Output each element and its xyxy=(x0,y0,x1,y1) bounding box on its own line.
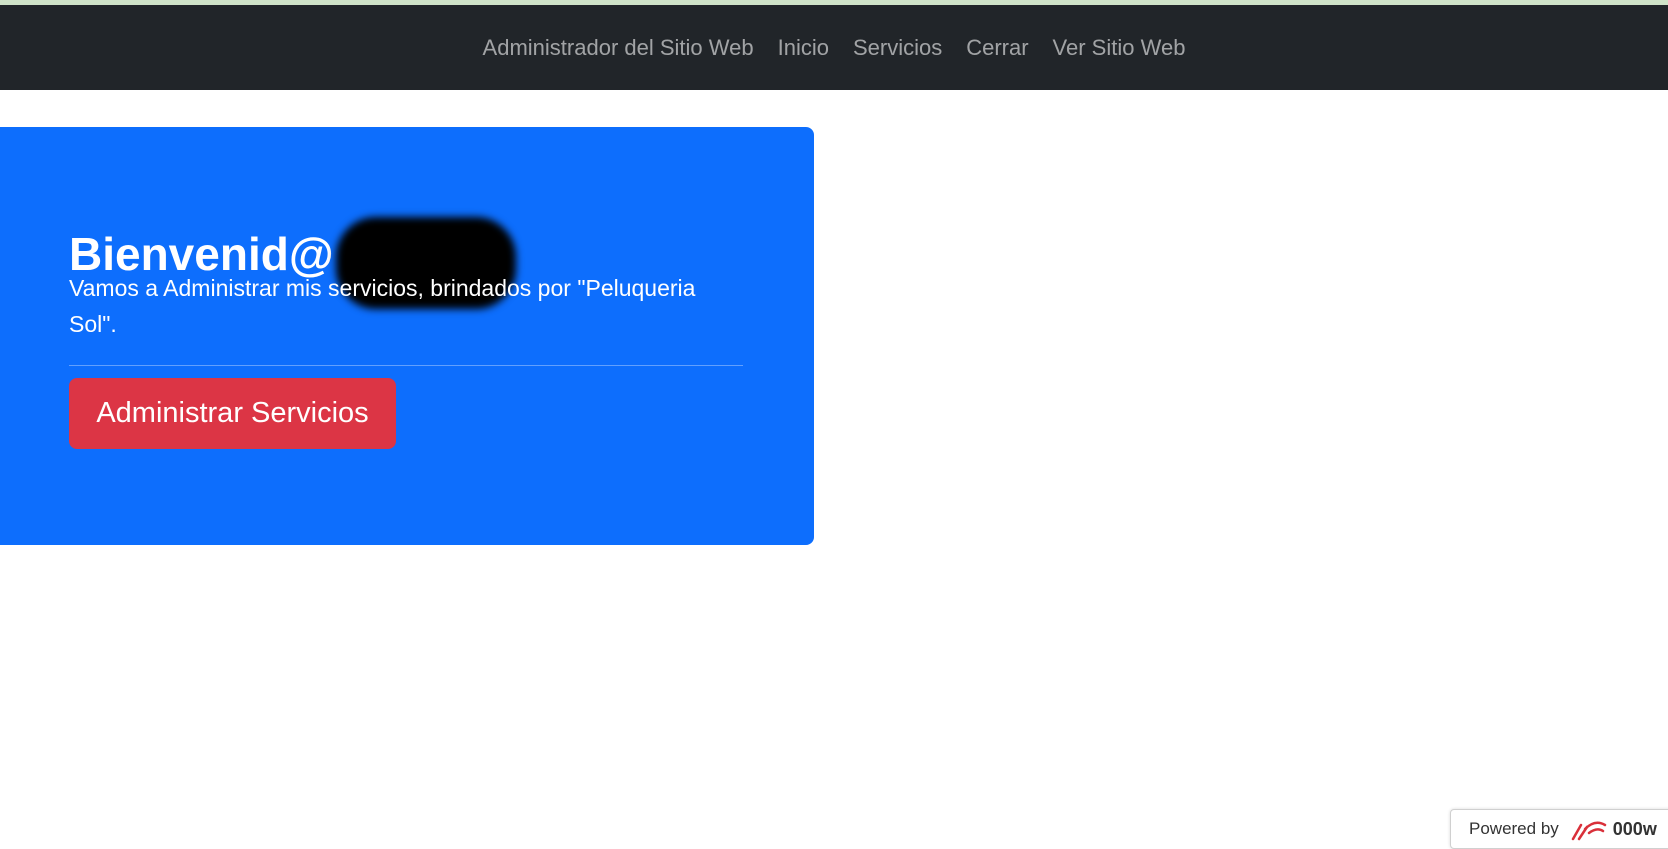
welcome-lead-text: Vamos a Administrar mis servicios, brind… xyxy=(69,275,696,337)
host-logo-icon xyxy=(1571,821,1607,841)
powered-by-badge[interactable]: Powered by 000w xyxy=(1450,809,1668,849)
nav-list: Administrador del Sitio Web Inicio Servi… xyxy=(471,35,1198,61)
nav-item-cerrar[interactable]: Cerrar xyxy=(954,35,1040,61)
top-navbar: Administrador del Sitio Web Inicio Servi… xyxy=(0,5,1668,90)
nav-item-inicio[interactable]: Inicio xyxy=(766,35,841,61)
administrar-servicios-button[interactable]: Administrar Servicios xyxy=(69,378,396,449)
host-brand-text: 000w xyxy=(1612,818,1657,839)
nav-item-servicios[interactable]: Servicios xyxy=(841,35,954,61)
nav-item-ver-sitio-web[interactable]: Ver Sitio Web xyxy=(1041,35,1198,61)
nav-brand-link[interactable]: Administrador del Sitio Web xyxy=(471,35,766,61)
powered-by-text: Powered by xyxy=(1469,819,1559,838)
jumbotron-divider xyxy=(69,365,743,366)
